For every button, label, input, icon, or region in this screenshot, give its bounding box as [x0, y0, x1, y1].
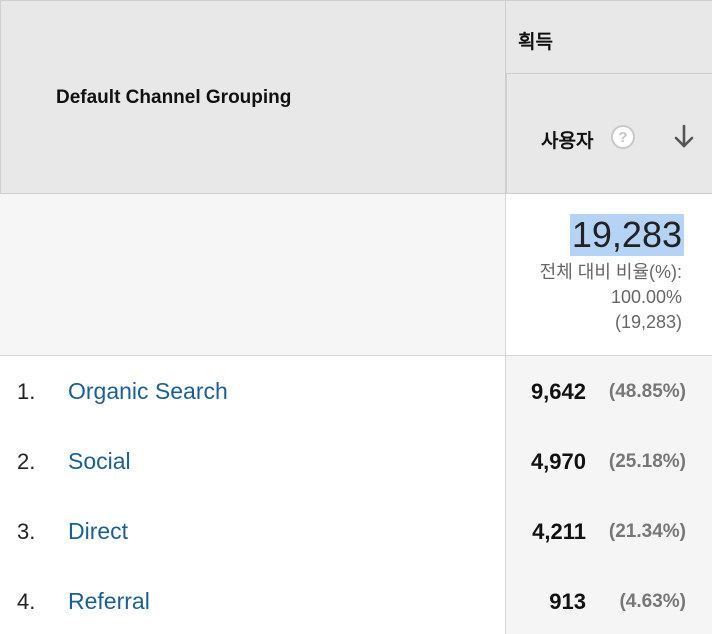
table-row-metric-cell: 4,970 (25.18%)	[506, 426, 712, 496]
row-index: 3.	[17, 519, 36, 544]
users-value: 913	[549, 589, 586, 614]
table-row: 4. Referral 913 (4.63%)	[0, 566, 712, 634]
users-column-label: 사용자	[541, 131, 594, 152]
users-percent: (25.18%)	[608, 451, 686, 472]
channel-link[interactable]: Referral	[68, 588, 150, 615]
total-percent-label: 전체 대비 비율(%):	[539, 262, 682, 282]
users-value: 4,970	[530, 449, 586, 474]
users-value: 4,211	[532, 519, 586, 544]
table-row-metric-cell: 9,642 (48.85%)	[506, 356, 712, 426]
total-users-value: 19,283	[569, 214, 684, 256]
metric-group-header: 획득	[506, 0, 712, 74]
table-row: 2. Social 4,970 (25.18%)	[0, 426, 712, 496]
table-row-metric-cell: 4,211 (21.34%)	[506, 496, 712, 566]
table-row-dimension-cell: 2. Social	[0, 426, 506, 496]
total-percent-value: 100.00%	[610, 287, 682, 307]
row-index: 2.	[17, 449, 36, 474]
totals-row-value-cell: 19,283 전체 대비 비율(%): 100.00% (19,283)	[506, 194, 712, 356]
report-table: Default Channel Grouping 획득 사용자 ? 19,283…	[0, 0, 712, 634]
users-percent: (48.85%)	[608, 381, 686, 402]
table-row: 3. Direct 4,211 (21.34%)	[0, 496, 712, 566]
total-in-parens: (19,283)	[614, 312, 682, 332]
channel-link[interactable]: Direct	[68, 518, 128, 545]
table-row-dimension-cell: 3. Direct	[0, 496, 506, 566]
totals-row-label-cell	[0, 194, 506, 356]
table-row-dimension-cell: 4. Referral	[0, 566, 506, 634]
row-index: 4.	[17, 589, 36, 614]
dimension-header: Default Channel Grouping	[0, 0, 506, 194]
row-index: 1.	[17, 379, 36, 404]
users-percent: (21.34%)	[608, 521, 686, 542]
users-value: 9,642	[530, 379, 586, 404]
channel-link[interactable]: Social	[68, 448, 131, 475]
total-percent-summary: 전체 대비 비율(%): 100.00% (19,283)	[540, 260, 682, 335]
help-icon[interactable]: ?	[611, 125, 635, 149]
users-column-header[interactable]: 사용자 ?	[506, 74, 712, 194]
channel-link[interactable]: Organic Search	[68, 378, 228, 405]
metric-group-label: 획득	[518, 32, 553, 53]
table-row: 1. Organic Search 9,642 (48.85%)	[0, 356, 712, 426]
sort-descending-icon[interactable]	[673, 124, 695, 150]
table-row-metric-cell: 913 (4.63%)	[506, 566, 712, 634]
dimension-header-label: Default Channel Grouping	[56, 87, 292, 108]
users-percent: (4.63%)	[619, 591, 686, 612]
table-row-dimension-cell: 1. Organic Search	[0, 356, 506, 426]
